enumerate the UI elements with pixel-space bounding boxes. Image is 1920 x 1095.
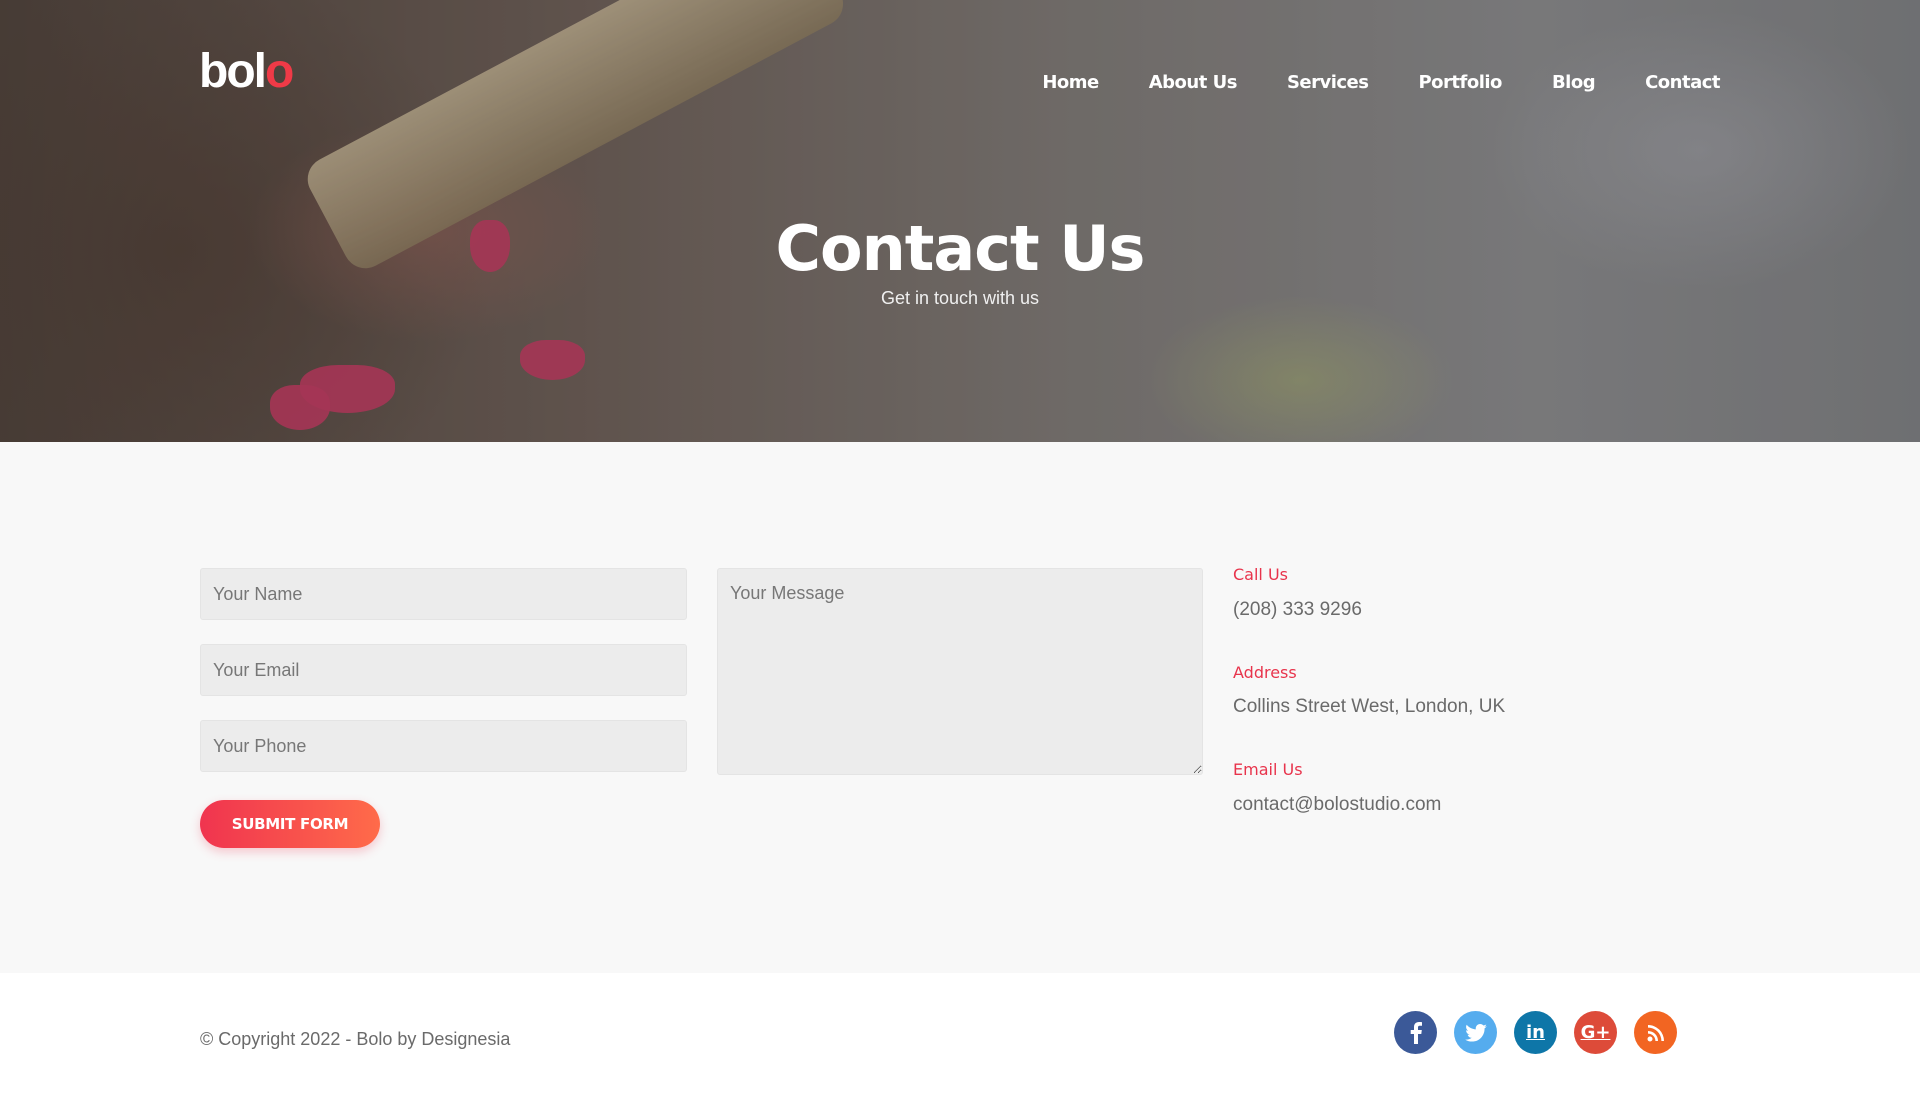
name-input[interactable] — [200, 568, 687, 620]
nav-services[interactable]: Services — [1287, 72, 1369, 93]
twitter-glyph — [1464, 1023, 1487, 1042]
twitter-icon[interactable] — [1454, 1011, 1497, 1054]
linkedin-icon[interactable]: in — [1514, 1011, 1557, 1054]
phone-number: (208) 333 9296 — [1233, 599, 1362, 620]
rss-icon[interactable] — [1634, 1011, 1677, 1054]
google-plus-glyph: G+ — [1580, 1022, 1611, 1043]
address-value: Collins Street West, London, UK — [1233, 696, 1506, 717]
nav-about-us[interactable]: About Us — [1149, 72, 1238, 93]
message-textarea[interactable] — [717, 568, 1203, 775]
facebook-glyph — [1410, 1021, 1422, 1044]
rss-glyph — [1647, 1024, 1664, 1041]
submit-form-button[interactable]: SUBMIT FORM — [200, 800, 380, 848]
nav-portfolio[interactable]: Portfolio — [1418, 72, 1502, 93]
main-nav: Home About Us Services Portfolio Blog Co… — [992, 72, 1720, 93]
nav-blog[interactable]: Blog — [1552, 72, 1596, 93]
page-subtitle: Get in touch with us — [880, 288, 1040, 308]
phone-input[interactable] — [200, 720, 687, 772]
logo-text: bol — [199, 45, 267, 98]
nav-home[interactable]: Home — [1042, 72, 1099, 93]
linkedin-glyph: in — [1526, 1022, 1545, 1043]
call-us-label: Call Us — [1233, 565, 1288, 584]
google-plus-icon[interactable]: G+ — [1574, 1011, 1617, 1054]
page-title: Contact Us — [775, 212, 1146, 285]
email-address[interactable]: contact@bolostudio.com — [1233, 794, 1441, 816]
logo[interactable]: bolo — [199, 44, 294, 99]
logo-accent: o — [264, 45, 294, 98]
address-label: Address — [1233, 663, 1297, 682]
copyright-text: © Copyright 2022 - Bolo by Designesia — [200, 1029, 511, 1049]
email-input[interactable] — [200, 644, 687, 696]
email-us-label: Email Us — [1233, 760, 1303, 779]
nav-contact[interactable]: Contact — [1645, 72, 1720, 93]
facebook-icon[interactable] — [1394, 1011, 1437, 1054]
